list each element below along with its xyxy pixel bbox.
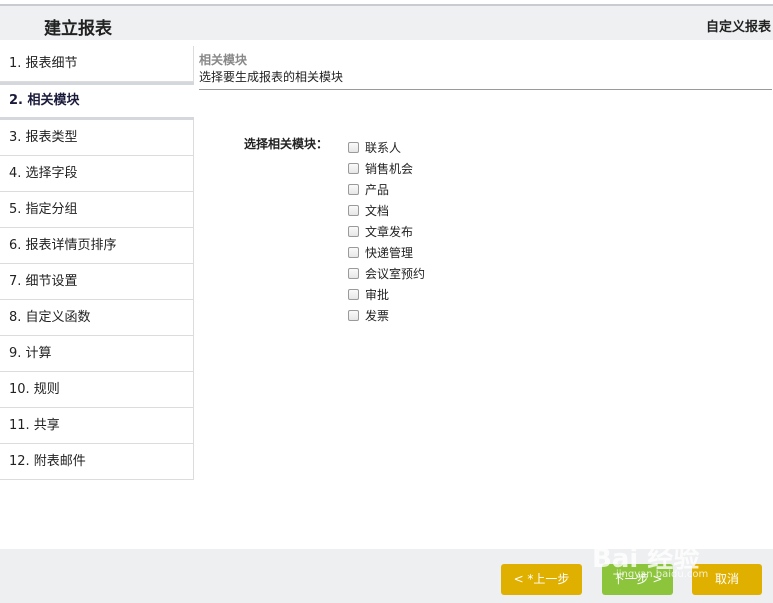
module-option-invoices[interactable]: 发票 [348, 305, 425, 326]
module-option-documents[interactable]: 文档 [348, 200, 425, 221]
module-option-opportunities[interactable]: 销售机会 [348, 158, 425, 179]
step-related-modules[interactable]: 2. 相关模块 [0, 82, 194, 120]
step-label: 7. 细节设置 [9, 274, 78, 289]
module-select-label: 选择相关模块： [244, 137, 329, 151]
checkbox[interactable] [348, 205, 359, 216]
step-label: 6. 报表详情页排序 [9, 238, 117, 253]
module-label: 文档 [365, 204, 390, 218]
wizard-footer: < *上一步 下一步 > 取消 [0, 549, 773, 603]
module-option-articles[interactable]: 文章发布 [348, 221, 425, 242]
paw-logo-icon [640, 522, 674, 552]
step-detail-settings[interactable]: 7. 细节设置 [0, 264, 194, 300]
module-label: 发票 [365, 309, 390, 323]
previous-step-button[interactable]: < *上一步 [501, 564, 582, 595]
module-label: 联系人 [365, 141, 402, 155]
module-label: 审批 [365, 288, 390, 302]
checkbox[interactable] [348, 184, 359, 195]
step-attachment-email[interactable]: 12. 附表邮件 [0, 444, 194, 480]
step-label: 9. 计算 [9, 346, 52, 361]
module-label: 会议室预约 [365, 267, 426, 281]
module-option-meeting-rooms[interactable]: 会议室预约 [348, 263, 425, 284]
wizard-steps-sidebar: 1. 报表细节 2. 相关模块 3. 报表类型 4. 选择字段 5. 指定分组 … [0, 46, 194, 480]
module-checkbox-list: 联系人 销售机会 产品 文档 文章发布 快递管理 会议室预约 审批 发票 [348, 137, 425, 326]
checkbox[interactable] [348, 163, 359, 174]
checkbox[interactable] [348, 247, 359, 258]
page-title: 建立报表 [44, 19, 112, 39]
module-label: 销售机会 [365, 162, 414, 176]
section-title: 相关模块 [199, 53, 248, 67]
step-label: 2. 相关模块 [9, 93, 80, 108]
checkbox[interactable] [348, 226, 359, 237]
step-calculations[interactable]: 9. 计算 [0, 336, 194, 372]
step-report-type[interactable]: 3. 报表类型 [0, 120, 194, 156]
section-subtitle: 选择要生成报表的相关模块 [199, 70, 344, 84]
module-label: 快递管理 [365, 246, 414, 260]
module-option-contacts[interactable]: 联系人 [348, 137, 425, 158]
report-type-title: 自定义报表 [705, 20, 771, 35]
checkbox[interactable] [348, 268, 359, 279]
module-option-express[interactable]: 快递管理 [348, 242, 425, 263]
module-label: 产品 [365, 183, 390, 197]
step-custom-functions[interactable]: 8. 自定义函数 [0, 300, 194, 336]
module-label: 文章发布 [365, 225, 414, 239]
checkbox[interactable] [348, 289, 359, 300]
step-label: 3. 报表类型 [9, 130, 78, 145]
step-sort-order[interactable]: 6. 报表详情页排序 [0, 228, 194, 264]
section-divider [199, 89, 772, 90]
module-option-products[interactable]: 产品 [348, 179, 425, 200]
step-grouping[interactable]: 5. 指定分组 [0, 192, 194, 228]
step-label: 4. 选择字段 [9, 166, 78, 181]
step-rules[interactable]: 10. 规则 [0, 372, 194, 408]
step-label: 1. 报表细节 [9, 56, 78, 71]
step-label: 12. 附表邮件 [9, 454, 86, 469]
step-select-fields[interactable]: 4. 选择字段 [0, 156, 194, 192]
step-report-details[interactable]: 1. 报表细节 [0, 46, 194, 82]
step-label: 5. 指定分组 [9, 202, 78, 217]
checkbox[interactable] [348, 310, 359, 321]
step-label: 10. 规则 [9, 382, 60, 397]
step-label: 8. 自定义函数 [9, 310, 91, 325]
step-sharing[interactable]: 11. 共享 [0, 408, 194, 444]
page-header: 建立报表 自定义报表 [0, 6, 773, 40]
next-step-button[interactable]: 下一步 > [602, 564, 673, 595]
checkbox[interactable] [348, 142, 359, 153]
module-option-approvals[interactable]: 审批 [348, 284, 425, 305]
cancel-button[interactable]: 取消 [692, 564, 762, 595]
step-label: 11. 共享 [9, 418, 60, 433]
